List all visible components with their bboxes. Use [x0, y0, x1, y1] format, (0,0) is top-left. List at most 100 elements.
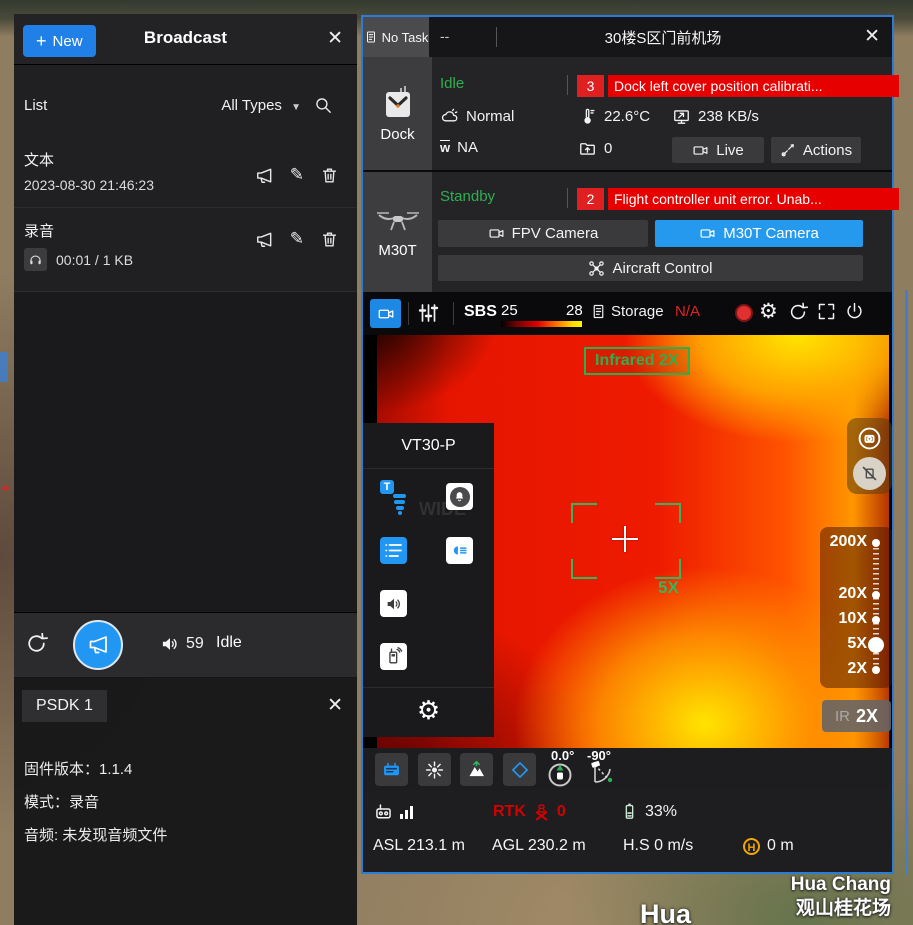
alarm-icon[interactable]	[446, 483, 473, 510]
reticle-corner	[655, 503, 681, 523]
camera-recenter-icon[interactable]	[853, 422, 886, 455]
close-icon[interactable]: ✕	[327, 696, 343, 715]
broadcast-title: Broadcast	[14, 28, 357, 48]
gear-icon[interactable]: ⚙	[759, 299, 778, 324]
capture-disabled-icon[interactable]	[853, 457, 886, 490]
zoom-level-200x[interactable]: 200X	[820, 533, 892, 553]
camera-settings-sliders-icon[interactable]	[416, 301, 440, 325]
broadcast-list-item[interactable]: 文本 2023-08-30 21:46:23 ✎	[14, 138, 357, 207]
thermal-palette-bar[interactable]	[501, 321, 582, 327]
camera-toolbar: SBS 25 28 Storage N/A ⚙	[363, 292, 892, 335]
agl-readout: AGL 230.2 m	[492, 837, 586, 855]
type-filter-dropdown[interactable]: All Types ▼	[221, 97, 301, 114]
map-label-big: Hua	[640, 899, 691, 925]
divider	[567, 188, 568, 208]
delete-icon[interactable]	[320, 166, 339, 186]
horizontal-speed-readout: H.S 0 m/s	[623, 837, 693, 855]
home-point-icon: H	[743, 838, 760, 855]
spotlight-icon[interactable]	[446, 537, 473, 564]
edit-icon[interactable]: ✎	[290, 230, 304, 250]
battery-status[interactable]: 33%	[620, 802, 677, 821]
dock-alert-count[interactable]: 3	[577, 75, 604, 97]
gear-icon[interactable]: ⚙	[363, 695, 494, 726]
broadcast-start-button[interactable]	[73, 620, 123, 670]
storage-label: Storage	[611, 303, 664, 320]
reticle-corner	[571, 559, 597, 579]
terrain-follow-button[interactable]	[460, 753, 493, 786]
psdk-audio: 音频: 未发现音频文件	[24, 824, 167, 845]
delete-icon[interactable]	[320, 230, 339, 250]
divider	[567, 75, 568, 95]
aircraft-control-button[interactable]: Aircraft Control	[438, 255, 863, 281]
tts-broadcast-icon[interactable]: T	[380, 480, 412, 516]
refresh-stream-icon[interactable]	[787, 301, 809, 323]
close-icon[interactable]: ✕	[864, 27, 880, 46]
dock-status: Idle	[440, 75, 464, 92]
item-title: 录音	[24, 220, 54, 241]
edit-icon[interactable]: ✎	[290, 166, 304, 186]
gimbal-pitch-icon[interactable]	[587, 760, 617, 793]
dock-alert-message[interactable]: Dock left cover position calibrati...	[608, 75, 899, 97]
storage-value: N/A	[675, 303, 700, 320]
dock-actions-button[interactable]: Actions	[771, 137, 861, 163]
zoom-level-5x-active[interactable]: 5X	[820, 635, 892, 655]
signal-bars-icon	[400, 806, 413, 819]
task-status[interactable]: No Task	[363, 17, 429, 57]
dock-wind: w NA	[440, 139, 478, 156]
capture-mode-button[interactable]	[370, 299, 401, 328]
sbs-mode-label[interactable]: SBS	[464, 303, 497, 321]
broadcast-play-icon[interactable]	[254, 230, 274, 250]
dock-tab[interactable]: Dock	[363, 57, 432, 170]
psdk-title: PSDK 1	[22, 690, 107, 722]
walkie-talkie-icon[interactable]	[380, 643, 407, 670]
task-doc-icon	[364, 30, 378, 44]
search-icon[interactable]	[314, 96, 333, 115]
telemetry-bar: RTK 0 33% ASL 213.1 m AGL 230.2 m H.S 0 …	[363, 790, 892, 872]
camera-viewport[interactable]: Infrared 2X VT30-P WIDE T	[363, 335, 892, 748]
zoom-level-20x[interactable]: 20X	[820, 585, 892, 605]
ir-zoom-toggle[interactable]: IR 2X	[822, 700, 891, 732]
camera-icon	[488, 225, 505, 242]
fullscreen-icon[interactable]	[816, 301, 837, 322]
drone-icon	[375, 206, 421, 236]
speaker-icon	[160, 634, 180, 654]
dock-live-button[interactable]: Live	[672, 137, 764, 163]
volume-control[interactable]: 59	[160, 634, 204, 654]
rtk-status[interactable]: RTK 0	[493, 802, 566, 821]
broadcast-play-icon[interactable]	[254, 166, 274, 186]
sd-card-icon	[590, 303, 607, 321]
device-panel: No Task -- 30楼S区门前机场 ✕ Dock	[361, 15, 894, 874]
speaker-icon[interactable]	[380, 590, 407, 617]
aircraft-tab[interactable]: M30T	[363, 172, 432, 292]
playlist-icon[interactable]	[380, 537, 407, 564]
refresh-icon[interactable]	[24, 631, 49, 656]
broadcast-panel: + New Broadcast ✕ List All Types ▼ 文本 20…	[14, 14, 357, 677]
map-label-zh: 观山桂花场	[796, 893, 891, 920]
zoom-level-2x[interactable]: 2X	[820, 660, 892, 680]
rtk-disconnected-icon	[532, 802, 551, 821]
drone-icon	[588, 260, 605, 277]
aircraft-alert-count[interactable]: 2	[577, 188, 604, 210]
aircraft-alert-message[interactable]: Flight controller unit error. Unab...	[608, 188, 899, 210]
beacon-strobe-button[interactable]	[418, 753, 451, 786]
volume-value: 59	[186, 635, 204, 653]
power-icon[interactable]	[844, 301, 865, 322]
network-icon	[672, 107, 691, 126]
close-icon[interactable]: ✕	[327, 29, 343, 48]
compass-icon[interactable]	[546, 760, 574, 793]
fpv-camera-button[interactable]: FPV Camera	[438, 220, 648, 247]
broadcast-list-item[interactable]: 录音 00:01 / 1 KB ✎	[14, 208, 357, 291]
camera-icon	[699, 225, 716, 242]
reticle-zoom-label: 5X	[658, 578, 679, 598]
dock-network: 238 KB/s	[672, 107, 759, 126]
gimbal-quick-controls	[847, 418, 892, 494]
chevron-down-icon: ▼	[291, 102, 301, 113]
psdk-firmware: 固件版本：1.1.4	[24, 758, 132, 779]
psdk-payload-button[interactable]	[375, 753, 408, 786]
record-button[interactable]	[735, 304, 753, 322]
list-label: List	[24, 97, 47, 114]
waypoint-button[interactable]	[503, 753, 536, 786]
zoom-level-10x[interactable]: 10X	[820, 610, 892, 630]
m30t-camera-button[interactable]: M30T Camera	[655, 220, 863, 247]
map-route-line	[905, 290, 908, 875]
